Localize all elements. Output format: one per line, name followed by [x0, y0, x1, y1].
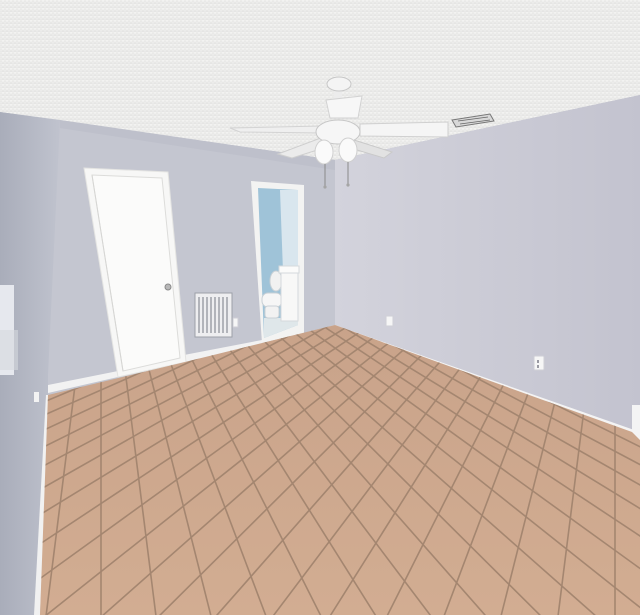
bathroom-vanity: [280, 270, 299, 322]
room-photo: [0, 0, 640, 615]
air-vent-icon: [194, 292, 239, 338]
wall-outlet: [385, 315, 394, 327]
door-knob[interactable]: [164, 283, 172, 291]
